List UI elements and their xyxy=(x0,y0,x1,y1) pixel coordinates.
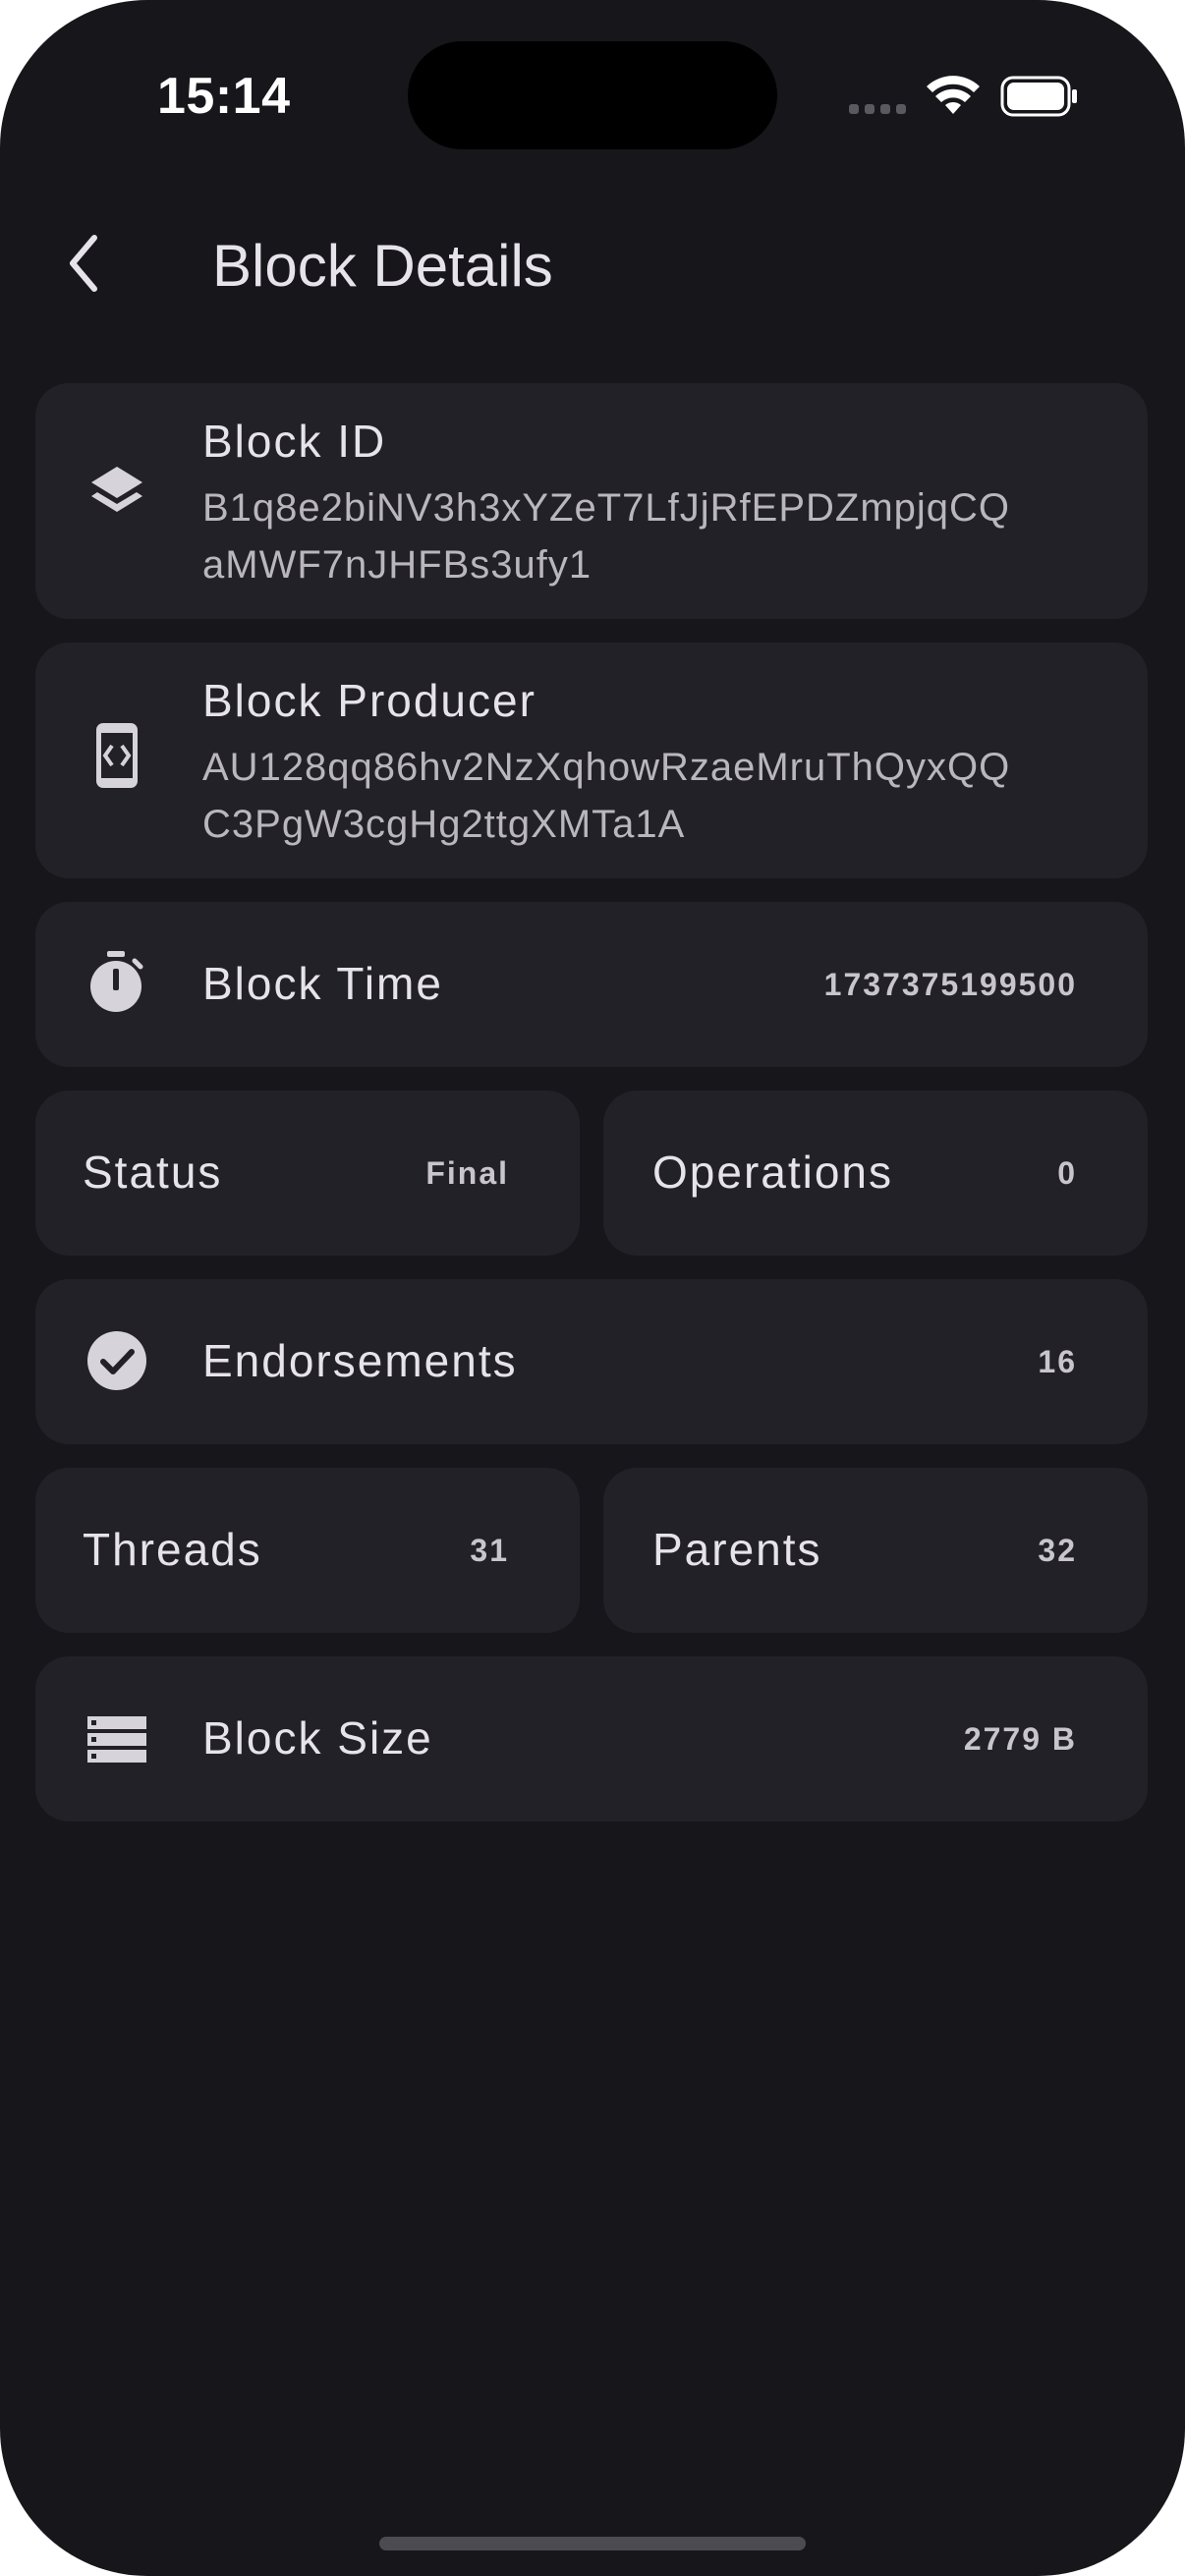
endorsements-label: Endorsements xyxy=(202,1335,518,1386)
threads-card[interactable]: Threads 31 xyxy=(35,1468,580,1633)
block-id-card[interactable]: Block ID B1q8e2biNV3h3xYZeT7LfJjRfEPDZmp… xyxy=(35,383,1148,619)
back-button[interactable] xyxy=(49,222,120,305)
block-size-label: Block Size xyxy=(202,1712,433,1764)
block-producer-value-line1: AU128qq86hv2NzXqhowRzaeMruThQyxQQ xyxy=(202,746,1011,789)
block-producer-value-line2: C3PgW3cgHg2ttgXMTa1A xyxy=(202,803,686,846)
check-circle-icon xyxy=(85,1328,149,1393)
block-producer-label: Block Producer xyxy=(202,675,536,726)
cellular-signal-icon xyxy=(849,104,906,114)
screen: 15:14 Block Details Block ID B1q8e2biNV3… xyxy=(0,0,1185,2576)
stopwatch-icon xyxy=(85,949,149,1014)
threads-label: Threads xyxy=(83,1524,262,1575)
battery-icon xyxy=(1000,76,1077,117)
operations-value: 0 xyxy=(1057,1155,1077,1191)
status-card[interactable]: Status Final xyxy=(35,1091,580,1256)
status-time: 15:14 xyxy=(157,68,291,125)
parents-label: Parents xyxy=(652,1524,822,1575)
storage-icon xyxy=(85,1708,149,1772)
block-size-value: 2779 B xyxy=(963,1721,1077,1757)
block-time-value: 1737375199500 xyxy=(823,967,1077,1002)
wifi-icon xyxy=(927,76,980,114)
block-time-label: Block Time xyxy=(202,958,443,1009)
status-value: Final xyxy=(425,1155,509,1191)
endorsements-card[interactable]: Endorsements 16 xyxy=(35,1279,1148,1444)
block-id-value-line2: aMWF7nJHFBs3ufy1 xyxy=(202,543,592,587)
operations-label: Operations xyxy=(652,1147,894,1198)
threads-value: 31 xyxy=(470,1533,509,1568)
home-indicator[interactable] xyxy=(379,2537,806,2550)
operations-card[interactable]: Operations 0 xyxy=(603,1091,1148,1256)
code-device-icon xyxy=(85,723,149,788)
page-title: Block Details xyxy=(212,233,553,299)
parents-card[interactable]: Parents 32 xyxy=(603,1468,1148,1633)
block-producer-card[interactable]: Block Producer AU128qq86hv2NzXqhowRzaeMr… xyxy=(35,643,1148,878)
parents-value: 32 xyxy=(1038,1533,1077,1568)
chevron-left-icon xyxy=(70,235,97,292)
block-size-card[interactable]: Block Size 2779 B xyxy=(35,1656,1148,1821)
layers-icon xyxy=(85,458,149,523)
block-id-label: Block ID xyxy=(202,416,387,467)
dynamic-island xyxy=(408,41,777,149)
block-id-value-line1: B1q8e2biNV3h3xYZeT7LfJjRfEPDZmpjqCQ xyxy=(202,486,1011,530)
status-label: Status xyxy=(83,1147,223,1198)
block-time-card[interactable]: Block Time 1737375199500 xyxy=(35,902,1148,1067)
endorsements-value: 16 xyxy=(1038,1344,1077,1379)
